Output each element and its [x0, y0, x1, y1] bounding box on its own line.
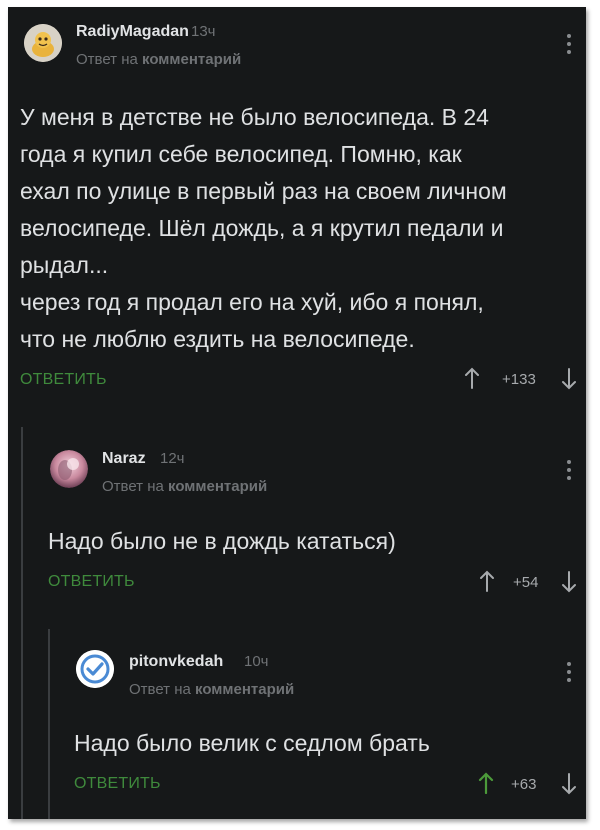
reply-to-label: Ответ на комментарий: [102, 478, 267, 495]
upvote-arrow-icon[interactable]: [464, 367, 480, 389]
comment-time: 10ч: [244, 653, 269, 670]
comment-author[interactable]: RadiyMagadan: [76, 23, 189, 41]
downvote-arrow-icon[interactable]: [561, 571, 577, 593]
comment-line: Надо было велик с седлом брать: [74, 730, 430, 756]
avatar-image: [50, 450, 88, 488]
downvote-arrow-icon[interactable]: [561, 368, 577, 390]
reply-to-label: Ответ на комментарий: [129, 681, 294, 698]
upvote-arrow-icon[interactable]: [479, 570, 495, 592]
avatar[interactable]: [76, 650, 114, 688]
more-options-icon[interactable]: [564, 458, 574, 484]
comment-author[interactable]: pitonvkedah: [129, 653, 223, 671]
comment-line: У меня в детстве не было велосипеда. В 2…: [20, 104, 489, 130]
vote-score: +133: [502, 371, 536, 388]
reply-to-prefix: Ответ на: [102, 478, 169, 495]
reply-to-prefix: Ответ на: [129, 681, 196, 698]
comment-line: рыдал...: [20, 252, 109, 278]
avatar-image: [24, 24, 62, 62]
more-options-icon[interactable]: [564, 660, 574, 686]
comment-thread: RadiyMagadan 13ч Ответ на комментарий У …: [8, 7, 586, 819]
comment-line: Надо было не в дождь кататься): [48, 528, 396, 554]
verified-badge-icon: [76, 650, 114, 688]
upvote-arrow-icon[interactable]: [478, 772, 494, 794]
comment-line: что не люблю ездить на велосипеде.: [20, 326, 415, 352]
reply-to-link[interactable]: комментарий: [168, 478, 267, 495]
more-options-icon[interactable]: [564, 32, 574, 58]
comment-line: велосипеде. Шёл дождь, а я крутил педали…: [20, 215, 504, 241]
thread-line-level-1: [21, 427, 23, 819]
comment-time: 13ч: [191, 23, 216, 40]
downvote-arrow-icon[interactable]: [561, 773, 577, 795]
reply-button[interactable]: ОТВЕТИТЬ: [20, 371, 107, 389]
comment-line: ехал по улице в первый раз на своем личн…: [20, 178, 507, 204]
thread-line-level-2: [48, 629, 50, 819]
comment-time: 12ч: [160, 450, 185, 467]
vote-score: +63: [511, 776, 537, 793]
reply-to-link[interactable]: комментарий: [142, 51, 241, 68]
comment-line: через год я продал его на хуй, ибо я пон…: [20, 289, 484, 315]
comment-author[interactable]: Naraz: [102, 450, 146, 468]
reply-to-label: Ответ на комментарий: [76, 51, 241, 68]
reply-button[interactable]: ОТВЕТИТЬ: [74, 775, 161, 793]
vote-score: +54: [513, 574, 539, 591]
reply-button[interactable]: ОТВЕТИТЬ: [48, 573, 135, 591]
avatar[interactable]: [50, 450, 88, 488]
reply-to-prefix: Ответ на: [76, 51, 143, 68]
comment-line: года я купил себе велосипед. Помню, как: [20, 141, 462, 167]
avatar[interactable]: [24, 24, 62, 62]
reply-to-link[interactable]: комментарий: [195, 681, 294, 698]
